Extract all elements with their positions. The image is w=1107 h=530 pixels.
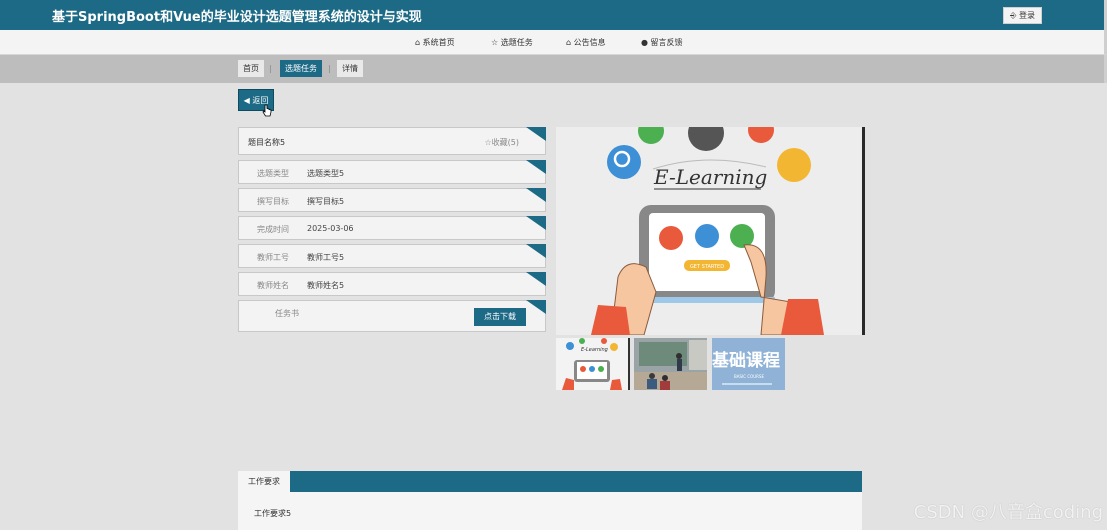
breadcrumb-separator: | — [328, 64, 331, 73]
tab-content: 工作要求5 — [254, 509, 292, 518]
field-row-topic-type: 选题类型 选题类型5 — [238, 160, 546, 184]
gallery-thumb-2[interactable] — [634, 338, 707, 390]
main-nav: ⌂ 系统首页 ☆ 选题任务 ⌂ 公告信息 ● 留言反馈 — [0, 30, 1107, 55]
field-row-teacher-name: 教师姓名 教师姓名5 — [238, 272, 546, 296]
corner-ribbon — [526, 188, 546, 202]
nav-item-home[interactable]: ⌂ 系统首页 — [415, 37, 455, 48]
field-row-completion-time: 完成时间 2025-03-06 — [238, 216, 546, 240]
field-label: 撰写目标 — [257, 197, 289, 206]
breadcrumb-home[interactable]: 首页 — [238, 60, 264, 77]
tab-work-requirements[interactable]: 工作要求 — [238, 471, 290, 492]
field-label: 完成时间 — [257, 225, 289, 234]
nav-item-announcements[interactable]: ⌂ 公告信息 — [566, 37, 606, 48]
field-label: 教师工号 — [257, 253, 289, 262]
thumb-classroom-image — [634, 338, 707, 390]
field-row-writing-goal: 撰写目标 撰写目标5 — [238, 188, 546, 212]
thumb-basic-course-image: 基础课程 BASIC COURSE — [712, 338, 785, 390]
field-value: 2025-03-06 — [307, 224, 354, 233]
login-button[interactable]: ⎆ 登录 — [1003, 7, 1042, 24]
thumb-subcaption: BASIC COURSE — [734, 374, 764, 379]
e-learning-illustration: E-Learning GET STARTED — [556, 127, 862, 335]
favorite-button[interactable]: ☆收藏(5) — [484, 137, 519, 148]
field-row-task-file: 任务书 点击下载 — [238, 300, 546, 332]
corner-ribbon — [526, 127, 546, 141]
thumb-caption: 基础课程 — [712, 350, 780, 371]
gallery-thumb-3[interactable]: 基础课程 BASIC COURSE — [712, 338, 785, 390]
site-title: 基于SpringBoot和Vue的毕业设计选题管理系统的设计与实现 — [52, 10, 422, 25]
thumb-elearning-image: E-Learning — [562, 338, 622, 390]
tab-bar: 工作要求 — [238, 471, 862, 492]
corner-ribbon — [526, 300, 546, 314]
breadcrumb-separator: | — [269, 64, 272, 73]
corner-ribbon — [526, 244, 546, 258]
nav-item-topic-tasks[interactable]: ☆ 选题任务 — [491, 37, 533, 48]
breadcrumb-topic-tasks[interactable]: 选题任务 — [280, 60, 322, 77]
mouse-pointer-icon — [262, 104, 272, 117]
corner-ribbon — [526, 160, 546, 174]
field-label: 选题类型 — [257, 169, 289, 178]
watermark: CSDN @八音盒coding — [913, 502, 1103, 523]
field-value: 选题类型5 — [307, 169, 345, 178]
corner-ribbon — [526, 272, 546, 286]
field-row-teacher-id: 教师工号 教师工号5 — [238, 244, 546, 268]
requirements-panel: 工作要求 工作要求5 — [238, 471, 862, 530]
topic-title: 题目名称5 — [248, 138, 286, 147]
field-value: 教师工号5 — [307, 253, 345, 262]
thumb-caption: E-Learning — [581, 347, 608, 353]
download-button[interactable]: 点击下载 — [474, 308, 526, 326]
nav-item-feedback[interactable]: ● 留言反馈 — [641, 37, 683, 48]
topic-title-row: 题目名称5 ☆收藏(5) — [238, 127, 546, 155]
field-label: 教师姓名 — [257, 281, 289, 290]
field-value: 撰写目标5 — [307, 197, 345, 206]
illustration-caption: E-Learning — [653, 165, 767, 189]
top-header: 基于SpringBoot和Vue的毕业设计选题管理系统的设计与实现 ⎆ 登录 — [0, 0, 1107, 30]
breadcrumb-detail: 详情 — [337, 60, 363, 77]
gallery-main-image[interactable]: E-Learning GET STARTED — [556, 127, 865, 335]
illustration-button: GET STARTED — [690, 264, 724, 270]
gallery-thumb-1[interactable]: E-Learning — [556, 338, 630, 390]
corner-ribbon — [526, 216, 546, 230]
field-value: 教师姓名5 — [307, 281, 345, 290]
field-label: 任务书 — [275, 309, 299, 318]
breadcrumb: 首页 | 选题任务 | 详情 — [0, 55, 1107, 83]
